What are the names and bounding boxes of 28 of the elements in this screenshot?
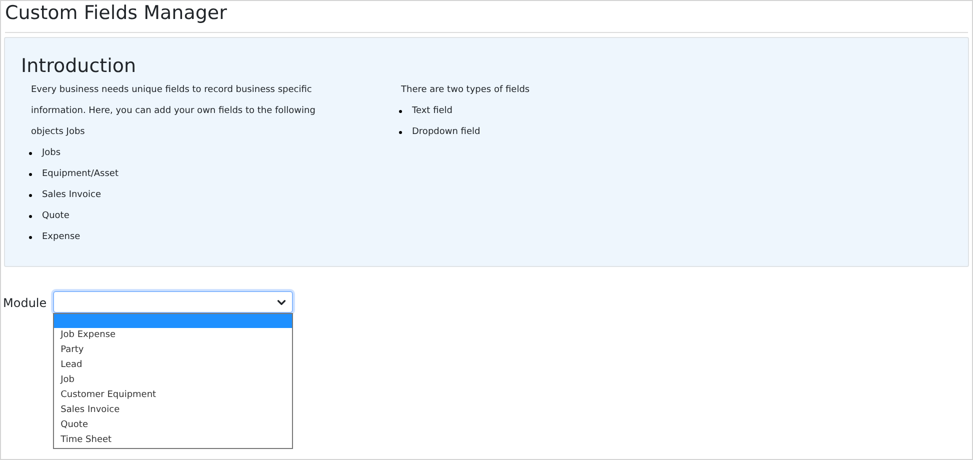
- bullet-icon: [399, 131, 402, 134]
- list-item: Sales Invoice: [42, 189, 101, 202]
- list-item: Quote: [42, 210, 70, 223]
- dropdown-option[interactable]: Lead: [54, 358, 292, 373]
- page-title: Custom Fields Manager: [4, 1, 228, 24]
- list-item: Dropdown field: [412, 126, 480, 139]
- list-item: Expense: [42, 231, 80, 244]
- list-item: Equipment/Asset: [42, 168, 118, 181]
- dropdown-option[interactable]: Job Expense: [54, 328, 292, 343]
- bullet-icon: [29, 236, 32, 239]
- bullet-icon: [29, 215, 32, 218]
- module-select[interactable]: [52, 291, 293, 313]
- dropdown-option[interactable]: Sales Invoice: [54, 403, 292, 418]
- types-paragraph: There are two types of fields: [401, 84, 530, 97]
- list-item: Text field: [412, 105, 452, 118]
- bullet-icon: [29, 152, 32, 155]
- dropdown-option[interactable]: Quote: [54, 418, 292, 433]
- bullet-icon: [29, 173, 32, 176]
- dropdown-option[interactable]: Customer Equipment: [54, 388, 292, 403]
- bullet-icon: [29, 194, 32, 197]
- list-item: Jobs: [42, 147, 61, 160]
- dropdown-option[interactable]: Party: [54, 343, 292, 358]
- module-label: Module: [3, 295, 47, 312]
- dropdown-option[interactable]: Job: [54, 373, 292, 388]
- bullet-icon: [399, 110, 402, 113]
- intro-paragraph: Every business needs unique fields to record business specific information. Here, you can add your own fields to the following objects Jobs: [31, 84, 316, 139]
- dropdown-option[interactable]: Time Sheet: [54, 433, 292, 448]
- section-heading: Introduction: [21, 54, 136, 78]
